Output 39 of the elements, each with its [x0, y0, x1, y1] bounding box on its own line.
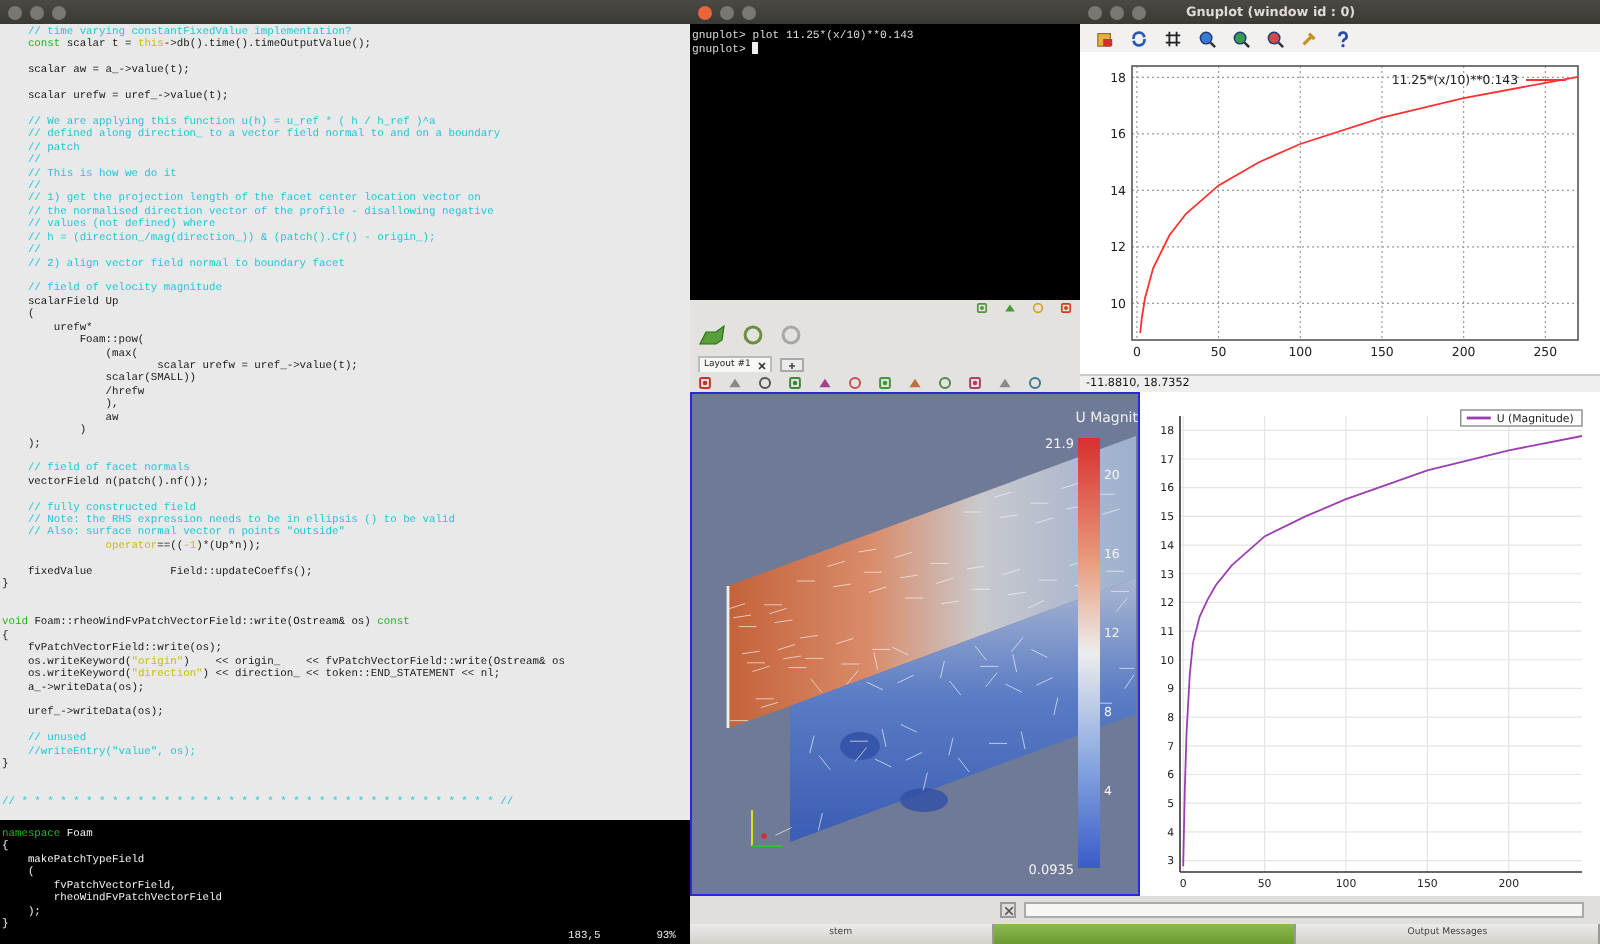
maximize-button[interactable] — [52, 5, 66, 19]
zoom-in-icon[interactable] — [1198, 29, 1216, 47]
axes-triad-icon — [751, 809, 783, 847]
toolbar-icon[interactable] — [878, 375, 892, 389]
close-button[interactable] — [8, 5, 22, 19]
legend-line-icon — [1525, 79, 1567, 81]
maximize-button[interactable] — [1132, 5, 1146, 19]
apply-icon[interactable] — [698, 323, 726, 347]
grid-icon[interactable] — [1164, 29, 1182, 47]
close-button[interactable] — [698, 5, 712, 19]
close-icon[interactable] — [758, 361, 767, 369]
refresh-icon[interactable] — [1130, 29, 1148, 47]
toolbar-icon[interactable] — [1060, 301, 1072, 313]
settings-icon[interactable] — [1300, 29, 1318, 47]
toolbar-icon[interactable] — [1028, 375, 1042, 389]
toolbar-icon[interactable] — [848, 375, 862, 389]
toolbar-icon[interactable] — [758, 375, 772, 389]
minimize-button[interactable] — [720, 5, 734, 19]
reset-icon[interactable] — [742, 324, 764, 346]
minimize-button[interactable] — [30, 5, 44, 19]
legend-box — [1460, 409, 1583, 427]
minimize-button[interactable] — [1110, 5, 1124, 19]
toolbar-icon[interactable] — [698, 375, 712, 389]
zoom-out-icon[interactable] — [1232, 29, 1250, 47]
delete-icon[interactable] — [780, 324, 802, 346]
close-button[interactable] — [1088, 5, 1102, 19]
legend-line-icon — [1466, 416, 1491, 420]
zoom-icon[interactable] — [1266, 29, 1284, 47]
toolbar-icon[interactable] — [968, 375, 982, 389]
toolbar-icon[interactable] — [788, 375, 802, 389]
maximize-button[interactable] — [742, 5, 756, 19]
export-icon[interactable] — [1096, 29, 1114, 47]
clear-button[interactable] — [1000, 902, 1016, 918]
add-tab-button[interactable] — [780, 358, 805, 372]
toolbar-icon[interactable] — [976, 301, 988, 313]
help-icon[interactable] — [1334, 29, 1352, 47]
close-icon — [1003, 905, 1013, 915]
toolbar-icon[interactable] — [938, 375, 952, 389]
plus-icon — [788, 361, 797, 369]
